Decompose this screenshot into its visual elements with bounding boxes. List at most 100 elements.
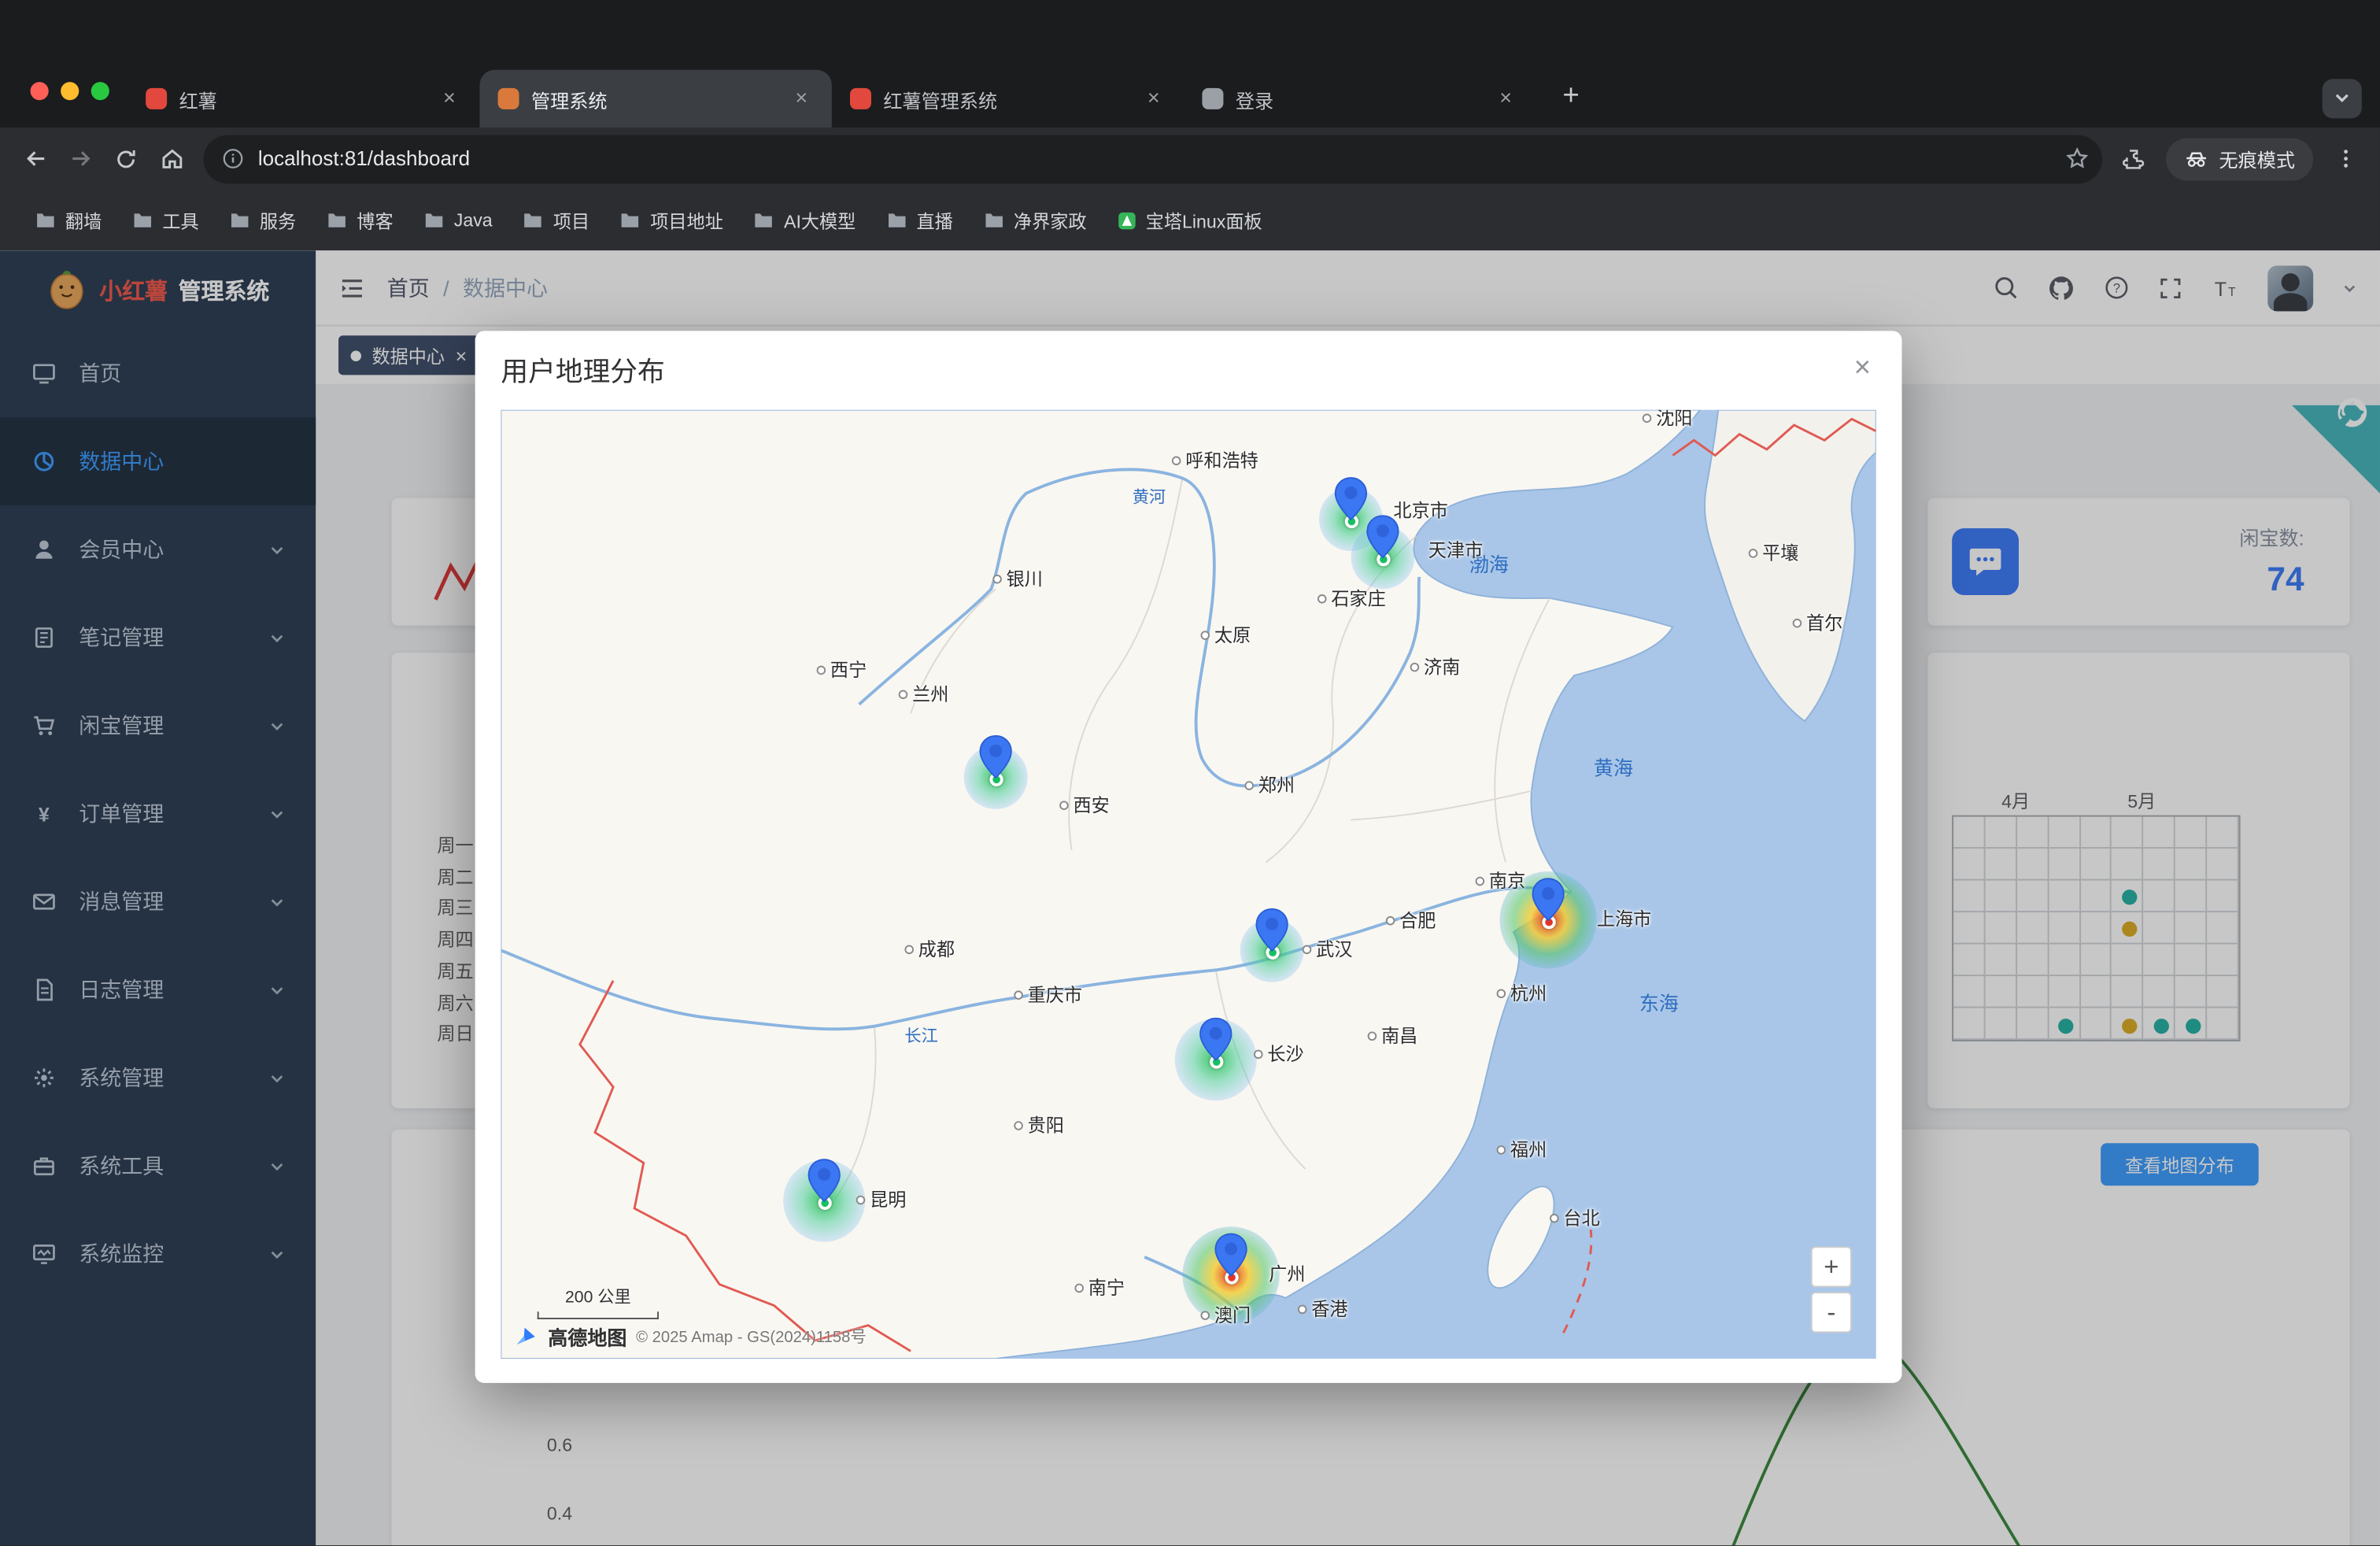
browser-tab[interactable]: 红薯管理系统 ×: [832, 70, 1184, 128]
city-marker-dot: [856, 1195, 866, 1204]
city-marker-dot: [1476, 876, 1485, 886]
bookmark-item[interactable]: 直播: [873, 200, 967, 241]
city-name: 广州: [1269, 1261, 1305, 1287]
bookmark-item[interactable]: Java: [410, 202, 506, 238]
city-name: 福州: [1510, 1137, 1547, 1163]
map-city-label: 平壤: [1749, 540, 1799, 566]
incognito-badge[interactable]: 无痕模式: [2166, 138, 2313, 180]
map-pin-天津[interactable]: [1366, 515, 1399, 559]
back-button[interactable]: [12, 136, 57, 182]
bookmark-item[interactable]: 宝塔Linux面板: [1103, 200, 1276, 241]
map-city-label: 广州: [1269, 1261, 1305, 1287]
bookmark-label: AI大模型: [784, 207, 856, 233]
map-pin-广州[interactable]: [1214, 1233, 1247, 1277]
zoom-out-button[interactable]: -: [1811, 1292, 1852, 1333]
map-city-label: 武汉: [1303, 936, 1353, 962]
bookmark-item[interactable]: 净界家政: [970, 200, 1100, 241]
extensions-button[interactable]: [2112, 136, 2157, 182]
city-name: 杭州: [1510, 980, 1547, 1006]
home-icon: [159, 146, 185, 172]
map-scale-bar: [538, 1311, 659, 1319]
browser-tab[interactable]: 管理系统×: [479, 70, 831, 128]
bookmark-item[interactable]: 博客: [312, 200, 407, 241]
minimize-window-button[interactable]: [61, 82, 79, 100]
bookmark-item[interactable]: 工具: [118, 200, 213, 241]
city-name: 太原: [1214, 622, 1251, 648]
bookmark-item[interactable]: 翻墙: [21, 200, 116, 241]
bookmark-star-icon[interactable]: [2064, 146, 2090, 172]
city-name: 平壤: [1762, 540, 1798, 566]
map-pin-西安[interactable]: [979, 734, 1012, 779]
folder-icon: [886, 211, 907, 229]
new-tab-button[interactable]: +: [1548, 72, 1594, 124]
city-name: 南京: [1489, 867, 1525, 893]
screen: 红薯×管理系统×红薯管理系统×登录× + localhost:81/dashbo…: [0, 0, 2380, 1545]
map-city-label: 台北: [1550, 1204, 1600, 1230]
map-city-label: 南昌: [1368, 1023, 1418, 1049]
map-pin-昆明[interactable]: [808, 1158, 841, 1202]
city-name: 北京市: [1393, 497, 1447, 523]
map-city-label: 香港: [1298, 1296, 1348, 1322]
city-marker-dot: [1410, 662, 1420, 671]
close-window-button[interactable]: [31, 82, 49, 100]
folder-icon: [229, 211, 250, 229]
forward-button[interactable]: [57, 136, 103, 182]
url-text[interactable]: localhost:81/dashboard: [258, 147, 2051, 170]
tab-close-icon[interactable]: ×: [1494, 87, 1518, 111]
map-zoom-controls: + -: [1811, 1246, 1852, 1333]
map-city-label: 上海市: [1597, 905, 1651, 931]
city-marker-dot: [1303, 945, 1312, 954]
city-marker-dot: [1014, 989, 1023, 999]
tab-close-icon[interactable]: ×: [437, 87, 461, 111]
map-city-label: 澳门: [1200, 1302, 1251, 1328]
folder-icon: [620, 211, 641, 229]
zoom-in-button[interactable]: +: [1811, 1246, 1852, 1287]
city-marker-dot: [1200, 1310, 1210, 1319]
city-marker-dot: [992, 574, 1002, 583]
tab-favicon: [1202, 88, 1223, 109]
bookmark-label: 翻墙: [65, 207, 102, 233]
bookmark-item[interactable]: 项目: [509, 200, 604, 241]
city-name: 南昌: [1381, 1023, 1417, 1049]
city-name: 石家庄: [1331, 585, 1385, 611]
bookmark-label: 工具: [162, 207, 198, 233]
kebab-menu-icon: [2334, 147, 2356, 170]
china-map[interactable]: 200 公里 高德地图 © 2025 Amap - GS(2024)1158号 …: [501, 410, 1876, 1359]
browser-tab[interactable]: 红薯×: [128, 70, 479, 128]
map-pin-上海[interactable]: [1532, 878, 1565, 922]
city-name: 贵阳: [1028, 1112, 1064, 1138]
zoom-window-button[interactable]: [91, 82, 109, 100]
tab-close-icon[interactable]: ×: [789, 87, 814, 111]
city-marker-dot: [1318, 594, 1327, 603]
city-name: 长沙: [1267, 1041, 1303, 1067]
map-city-label: 南京: [1476, 867, 1526, 893]
map-pin-长沙[interactable]: [1199, 1017, 1232, 1061]
city-marker-dot: [904, 945, 914, 954]
home-button[interactable]: [149, 136, 194, 182]
city-marker-dot: [1172, 456, 1181, 465]
map-pin-武汉[interactable]: [1255, 908, 1288, 952]
map-city-label: 西宁: [817, 656, 867, 682]
map-city-label: 长沙: [1254, 1041, 1304, 1067]
reload-button[interactable]: [103, 136, 149, 182]
bookmarks-bar: 翻墙 工具服务 博客 Java项目项目地址 AI大模型直播净界家政宝塔Linux面板: [0, 190, 2380, 250]
site-info-icon[interactable]: [222, 147, 245, 170]
folder-icon: [753, 211, 774, 229]
bookmark-item[interactable]: 项目地址: [606, 200, 737, 241]
browser-menu-button[interactable]: [2323, 136, 2368, 182]
browser-tab[interactable]: 登录×: [1184, 70, 1536, 128]
folder-icon: [327, 211, 348, 229]
address-bar[interactable]: localhost:81/dashboard: [203, 135, 2102, 183]
modal-title: 用户地理分布: [501, 350, 664, 390]
city-name: 重庆市: [1028, 982, 1082, 1008]
bookmark-label: 博客: [357, 207, 393, 233]
tab-search-button[interactable]: [2323, 79, 2362, 118]
tab-close-icon[interactable]: ×: [1141, 87, 1166, 111]
modal-close-icon[interactable]: ×: [1844, 350, 1880, 386]
window-controls: [31, 82, 109, 100]
map-pin-北京[interactable]: [1334, 477, 1367, 521]
bookmark-item[interactable]: AI大模型: [740, 200, 870, 241]
sea-label: 黄海: [1594, 753, 1633, 782]
bookmark-item[interactable]: 服务: [216, 200, 310, 241]
tab-title: 红薯管理系统: [883, 84, 1129, 113]
